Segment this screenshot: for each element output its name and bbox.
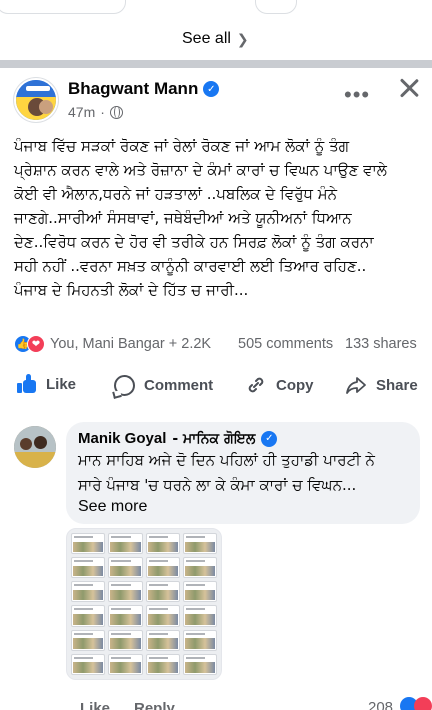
- verified-badge-icon: ✓: [261, 430, 278, 447]
- avatar-logo: [26, 86, 50, 91]
- like-label: Like: [46, 375, 77, 393]
- post-body-line: ਕੋਈ ਵੀ ਐਲਾਨ,ਧਰਨੇ ਜਾਂ ਹੜਤਾਲਾਂ ..ਪਬਲਿਕ ਦੇ …: [14, 185, 337, 203]
- share-button[interactable]: Share: [345, 374, 418, 396]
- share-label: Share: [376, 376, 418, 394]
- like-icon: [17, 374, 37, 394]
- love-reaction-icon: ❤: [27, 335, 45, 353]
- reactions-summary[interactable]: 👍 ❤ You, Mani Bangar + 2.2K: [14, 335, 211, 353]
- see-more-link[interactable]: See more: [78, 498, 408, 516]
- comment-author[interactable]: Manik Goyal - ਮਾਨਿਕ ਗੋਇਲ ✓: [78, 430, 408, 447]
- post-body-line: ਪੰਜਾਬ ਵਿੱਚ ਸੜਕਾਂ ਰੋਕਣ ਜਾਂ ਰੇਲਾਂ ਰੋਕਣ ਜਾਂ…: [14, 137, 350, 155]
- post-body-line: ਪ੍ਰੇਸ਼ਾਨ ਕਰਨ ਵਾਲੇ ਅਤੇ ਰੋਜ਼ਾਨਾ ਦੇ ਕੰਮਾਂ ਕ…: [14, 161, 387, 179]
- post-body: ਪੰਜਾਬ ਵਿੱਚ ਸੜਕਾਂ ਰੋਕਣ ਜਾਂ ਰੇਲਾਂ ਰੋਕਣ ਜਾਂ…: [14, 134, 424, 302]
- globe-icon: [109, 105, 123, 119]
- copy-label: Copy: [276, 376, 314, 394]
- post-author-name: Bhagwant Mann: [68, 79, 199, 98]
- post-time[interactable]: 47m: [68, 104, 95, 120]
- copy-button[interactable]: Copy: [245, 374, 314, 396]
- post-body-line: ਪੰਜਾਬ ਦੇ ਮਿਹਨਤੀ ਲੋਕਾਂ ਦੇ ਹਿੱਤ ਚ ਜਾਰੀ...: [14, 281, 249, 299]
- comment-button[interactable]: Comment: [113, 374, 213, 396]
- chevron-right-icon: ❯: [236, 30, 249, 47]
- post-action-bar: Like Comment Copy Share: [0, 368, 432, 408]
- feed-divider: [0, 60, 432, 68]
- love-reaction-icon: [414, 697, 432, 710]
- comment-image[interactable]: [66, 528, 222, 680]
- post-stats: 👍 ❤ You, Mani Bangar + 2.2K 505 comments…: [0, 334, 432, 356]
- see-all-label: See all: [182, 30, 231, 47]
- suggested-card[interactable]: [255, 0, 297, 14]
- post-body-line: ਦੇਣ..ਵਿਰੋਧ ਕਰਨ ਦੇ ਹੋਰ ਵੀ ਤਰੀਕੇ ਹਨ ਸਿਰਫ਼ …: [14, 233, 374, 251]
- avatar[interactable]: [14, 426, 56, 468]
- comment-actions: Like Reply 208: [0, 696, 432, 710]
- comment-icon: [113, 374, 135, 396]
- shares-count[interactable]: 133 shares: [345, 336, 417, 352]
- post-author[interactable]: Bhagwant Mann ✓: [68, 79, 220, 99]
- see-all-link[interactable]: See all ❯: [182, 30, 249, 48]
- post-header: Bhagwant Mann ✓ 47m · •••: [0, 68, 432, 130]
- post-meta: 47m ·: [68, 104, 123, 120]
- avatar-face: [39, 100, 53, 114]
- suggested-card[interactable]: [0, 0, 126, 14]
- comment-author-alt-name: - ਮਾਨਿਕ ਗੋਇਲ: [172, 430, 256, 447]
- comment-reaction-count[interactable]: 208: [368, 699, 393, 710]
- like-button[interactable]: Like: [17, 374, 76, 394]
- comment-author-name: Manik Goyal: [78, 430, 167, 447]
- post-body-line: ਸਹੀ ਨਹੀਂ ..ਵਰਨਾ ਸਖ਼ਤ ਕਾਨੂੰਨੀ ਕਾਰਵਾਈ ਲਈ ਤ…: [14, 257, 367, 275]
- share-icon: [345, 374, 367, 396]
- suggested-card-section: See all ❯: [0, 0, 432, 60]
- comment-like-button[interactable]: Like: [80, 700, 110, 710]
- verified-badge-icon: ✓: [203, 81, 220, 97]
- close-icon[interactable]: [396, 75, 422, 101]
- meta-dot: ·: [100, 104, 105, 120]
- comment-bubble: Manik Goyal - ਮਾਨਿਕ ਗੋਇਲ ✓ ਮਾਨ ਸਾਹਿਬ ਅਜੇ…: [66, 422, 420, 524]
- comment-text-line: ਮਾਨ ਸਾਹਿਬ ਅਜੇ ਦੋ ਦਿਨ ਪਹਿਲਾਂ ਹੀ ਤੁਹਾਡੀ ਪਾ…: [78, 451, 375, 469]
- comment-text-line: ਸਾਰੇ ਪੰਜਾਬ 'ਚ ਧਰਨੇ ਲਾ ਕੇ ਕੰਮਾ ਕਾਰਾਂ ਚ ਵਿ…: [78, 476, 357, 494]
- comment-reply-button[interactable]: Reply: [134, 700, 175, 710]
- screenshot-collage: [71, 533, 217, 675]
- comment-label: Comment: [144, 376, 214, 394]
- more-options-button[interactable]: •••: [344, 82, 370, 108]
- comments-count[interactable]: 505 comments: [238, 336, 333, 352]
- link-icon: [245, 374, 267, 396]
- post-body-line: ਜਾਣਗੇ..ਸਾਰੀਆਂ ਸੰਸਥਾਵਾਂ, ਜਥੇਬੰਦੀਆਂ ਅਤੇ ਯੂ…: [14, 209, 352, 227]
- avatar[interactable]: [14, 78, 58, 122]
- reactions-text: You, Mani Bangar + 2.2K: [50, 336, 212, 352]
